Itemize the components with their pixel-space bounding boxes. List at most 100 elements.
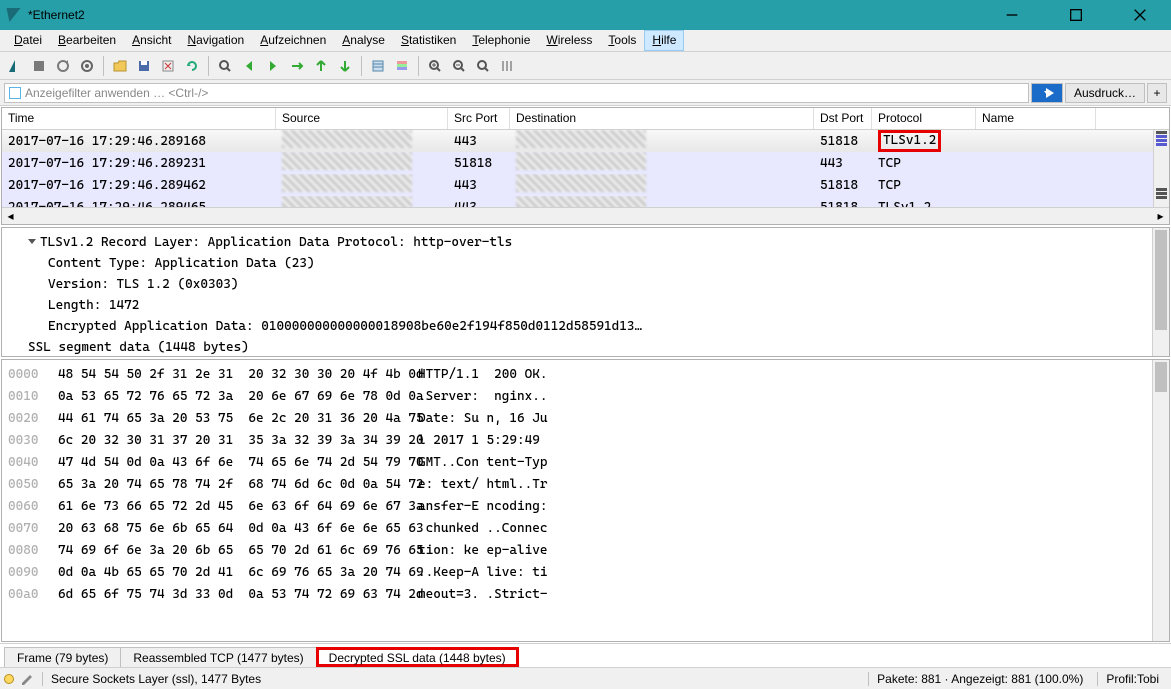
zoom-out-icon[interactable] [448,55,470,77]
first-icon[interactable] [310,55,332,77]
menu-aufzeichnen[interactable]: Aufzeichnen [252,30,334,51]
cell-source [276,130,448,152]
menu-tools[interactable]: Tools [600,30,644,51]
cell-destination [510,196,814,207]
hex-line[interactable]: 000048 54 54 50 2f 31 2e 31 20 32 30 30 … [8,364,1163,386]
col-time[interactable]: Time [2,108,276,129]
hex-line[interactable]: 002044 61 74 65 3a 20 53 75 6e 2c 20 31 … [8,408,1163,430]
hex-line[interactable]: 006061 6e 73 66 65 72 2d 45 6e 63 6f 64 … [8,496,1163,518]
close-button[interactable] [1117,0,1163,30]
packet-list-rows[interactable]: 2017-07-16 17:29:46.28916844351818TLSv1.… [2,130,1169,207]
scroll-right-icon[interactable]: ▸ [1152,208,1169,225]
packet-row[interactable]: 2017-07-16 17:29:46.28923151818443TCP [2,152,1169,174]
col-destination[interactable]: Destination [510,108,814,129]
menu-wireless[interactable]: Wireless [538,30,600,51]
back-icon[interactable] [238,55,260,77]
cell-time: 2017-07-16 17:29:46.289231 [2,156,276,171]
packet-bytes[interactable]: 000048 54 54 50 2f 31 2e 31 20 32 30 30 … [1,359,1170,642]
menu-bearbeiten[interactable]: Bearbeiten [50,30,124,51]
menu-datei[interactable]: Datei [6,30,50,51]
detail-header[interactable]: TLSv1.2 Record Layer: Application Data P… [8,232,1163,253]
zoom-in-icon[interactable] [424,55,446,77]
hex-line[interactable]: 007020 63 68 75 6e 6b 65 64 0d 0a 43 6f … [8,518,1163,540]
cell-dstport: 51818 [814,134,872,149]
stop-icon[interactable] [28,55,50,77]
last-icon[interactable] [334,55,356,77]
zoom-reset-icon[interactable] [472,55,494,77]
add-filter-button[interactable]: + [1147,83,1167,103]
packet-row[interactable]: 2017-07-16 17:29:46.28946544351818TLSv1.… [2,196,1169,207]
cell-source [276,196,448,207]
menu-statistiken[interactable]: Statistiken [393,30,464,51]
cell-srcport: 443 [448,178,510,193]
bytes-tab[interactable]: Decrypted SSL data (1448 bytes) [316,647,519,667]
edit-icon[interactable] [20,671,36,687]
col-name[interactable]: Name [976,108,1096,129]
menu-telephonie[interactable]: Telephonie [464,30,538,51]
menu-hilfe[interactable]: Hilfe [644,30,684,51]
status-profile[interactable]: Profil:Tobi [1097,672,1167,686]
scroll-left-icon[interactable]: ◂ [2,208,19,225]
menu-navigation[interactable]: Navigation [179,30,252,51]
menu-analyse[interactable]: Analyse [334,30,393,51]
packet-row[interactable]: 2017-07-16 17:29:46.28946244351818TCP [2,174,1169,196]
filter-bar: Anzeigefilter anwenden … <Ctrl-/> Ausdru… [0,80,1171,106]
detail-footer[interactable]: SSL segment data (1448 bytes) [8,337,1163,357]
cell-protocol: TCP [872,178,976,193]
hex-line[interactable]: 005065 3a 20 74 65 78 74 2f 68 74 6d 6c … [8,474,1163,496]
hex-line[interactable]: 004047 4d 54 0d 0a 43 6f 6e 74 65 6e 74 … [8,452,1163,474]
hex-line[interactable]: 008074 69 6f 6e 3a 20 6b 65 65 70 2d 61 … [8,540,1163,562]
wireshark-fin-icon[interactable] [4,55,26,77]
colorize-icon[interactable] [391,55,413,77]
display-filter-input[interactable]: Anzeigefilter anwenden … <Ctrl-/> [4,83,1029,103]
hex-line[interactable]: 00900d 0a 4b 65 65 70 2d 41 6c 69 76 65 … [8,562,1163,584]
col-source[interactable]: Source [276,108,448,129]
hex-line[interactable]: 00a06d 65 6f 75 74 3d 33 0d 0a 53 74 72 … [8,584,1163,606]
expert-info-icon[interactable] [4,674,14,684]
menu-ansicht[interactable]: Ansicht [124,30,179,51]
save-icon[interactable] [133,55,155,77]
packet-list: TimeSourceSrc PortDestinationDst PortPro… [1,107,1170,225]
cell-time: 2017-07-16 17:29:46.289465 [2,200,276,208]
bytes-tab[interactable]: Reassembled TCP (1477 bytes) [120,647,316,667]
bookmark-icon[interactable] [9,87,21,99]
maximize-button[interactable] [1053,0,1099,30]
cell-protocol: TLSv1.2 [872,130,976,152]
resize-cols-icon[interactable] [496,55,518,77]
status-bar: Secure Sockets Layer (ssl), 1477 Bytes P… [0,667,1171,689]
reload-icon[interactable] [181,55,203,77]
detail-line[interactable]: Encrypted Application Data: 010000000000… [8,316,1163,337]
options-icon[interactable] [76,55,98,77]
vscrollbar[interactable] [1152,228,1169,356]
cell-source [276,174,448,196]
close-file-icon[interactable] [157,55,179,77]
toolbar [0,52,1171,80]
col-srcport[interactable]: Src Port [448,108,510,129]
hex-line[interactable]: 00306c 20 32 30 31 37 20 31 35 3a 32 39 … [8,430,1163,452]
col-dstport[interactable]: Dst Port [814,108,872,129]
apply-filter-button[interactable] [1031,83,1063,103]
find-icon[interactable] [214,55,236,77]
forward-icon[interactable] [262,55,284,77]
detail-line[interactable]: Version: TLS 1.2 (0x0303) [8,274,1163,295]
cell-srcport: 443 [448,200,510,208]
restart-icon[interactable] [52,55,74,77]
hscrollbar[interactable]: ◂ ▸ [2,207,1169,224]
open-icon[interactable] [109,55,131,77]
menubar: DateiBearbeitenAnsichtNavigationAufzeich… [0,30,1171,52]
minimize-button[interactable] [989,0,1035,30]
detail-line[interactable]: Content Type: Application Data (23) [8,253,1163,274]
expression-button[interactable]: Ausdruck… [1065,83,1145,103]
packet-details[interactable]: TLSv1.2 Record Layer: Application Data P… [1,227,1170,357]
bytes-tab[interactable]: Frame (79 bytes) [4,647,121,667]
cell-destination [510,130,814,152]
cell-source [276,152,448,174]
autoscroll-icon[interactable] [367,55,389,77]
hex-line[interactable]: 00100a 53 65 72 76 65 72 3a 20 6e 67 69 … [8,386,1163,408]
jump-icon[interactable] [286,55,308,77]
detail-line[interactable]: Length: 1472 [8,295,1163,316]
col-protocol[interactable]: Protocol [872,108,976,129]
bytes-tabs: Frame (79 bytes)Reassembled TCP (1477 by… [0,643,1171,667]
vscrollbar[interactable] [1152,360,1169,641]
packet-row[interactable]: 2017-07-16 17:29:46.28916844351818TLSv1.… [2,130,1169,152]
